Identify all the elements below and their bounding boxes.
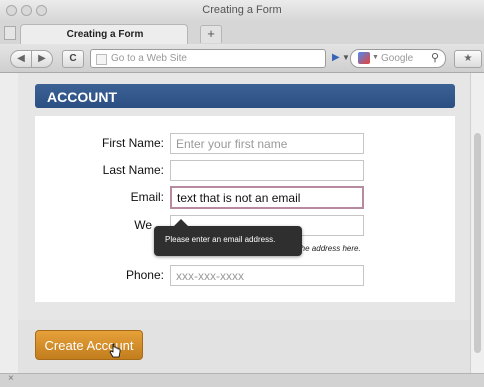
section-title: ACCOUNT bbox=[47, 89, 117, 105]
address-bar[interactable]: Go to a Web Site bbox=[90, 49, 326, 68]
bookmarks-menu-button[interactable]: ★ bbox=[454, 50, 482, 68]
history-dropdown-icon[interactable]: ▼ bbox=[342, 53, 350, 62]
window-title: Creating a Form bbox=[202, 4, 282, 16]
tab-creating-a-form[interactable]: Creating a Form bbox=[20, 24, 188, 44]
status-bar: × bbox=[0, 373, 484, 387]
new-tab-button[interactable]: + bbox=[200, 25, 222, 43]
tab-bar: Creating a Form + bbox=[0, 22, 484, 45]
last-name-label: Last Name: bbox=[102, 163, 164, 177]
first-name-input[interactable] bbox=[170, 133, 364, 154]
search-box[interactable]: ▼ Google ⚲ bbox=[350, 49, 446, 68]
search-engine-label: Google bbox=[381, 53, 414, 64]
search-engine-dropdown-icon: ▼ bbox=[372, 54, 379, 61]
browser-window: Creating a Form Creating a Form + ◀ ▶ C … bbox=[0, 0, 484, 387]
website-label: We bbox=[134, 218, 152, 232]
title-bar: Creating a Form bbox=[0, 0, 484, 23]
close-statusbar-icon[interactable]: × bbox=[8, 373, 14, 384]
tab-list-icon[interactable] bbox=[4, 26, 16, 40]
vertical-scrollbar[interactable] bbox=[470, 73, 484, 373]
page-icon bbox=[96, 54, 107, 65]
back-button[interactable]: ◀ bbox=[10, 50, 32, 68]
validation-message: Please enter an email address. bbox=[165, 235, 276, 244]
email-label: Email: bbox=[130, 190, 164, 204]
magnifier-icon: ⚲ bbox=[431, 52, 440, 64]
create-account-button[interactable]: Create Account bbox=[35, 330, 143, 360]
last-name-input[interactable] bbox=[170, 160, 364, 181]
section-header: ACCOUNT bbox=[35, 84, 455, 108]
reload-button[interactable]: C bbox=[62, 50, 84, 68]
reload-icon: C bbox=[69, 53, 77, 64]
address-placeholder: Go to a Web Site bbox=[111, 53, 187, 64]
tooltip-arrow bbox=[174, 219, 188, 226]
email-input[interactable] bbox=[170, 186, 364, 209]
back-arrow-icon: ◀ bbox=[17, 53, 25, 64]
first-name-label: First Name: bbox=[101, 136, 164, 150]
validation-tooltip: Please enter an email address. bbox=[154, 219, 302, 256]
go-arrow-icon[interactable]: ▶ bbox=[332, 52, 340, 63]
bookmarks-icon: ★ bbox=[463, 53, 473, 64]
forward-arrow-icon: ▶ bbox=[38, 53, 46, 64]
hand-cursor-icon bbox=[109, 343, 121, 358]
phone-input[interactable] bbox=[170, 265, 364, 286]
google-logo-icon bbox=[358, 52, 370, 64]
phone-label: Phone: bbox=[125, 268, 164, 282]
scrollbar-thumb[interactable] bbox=[474, 133, 481, 353]
tab-label: Creating a Form bbox=[66, 29, 144, 40]
navigation-toolbar: ◀ ▶ C Go to a Web Site ▶ ▼ ▼ Google ⚲ ★ bbox=[0, 44, 484, 73]
forward-button[interactable]: ▶ bbox=[31, 50, 53, 68]
website-hint: t the address here. bbox=[294, 244, 361, 253]
